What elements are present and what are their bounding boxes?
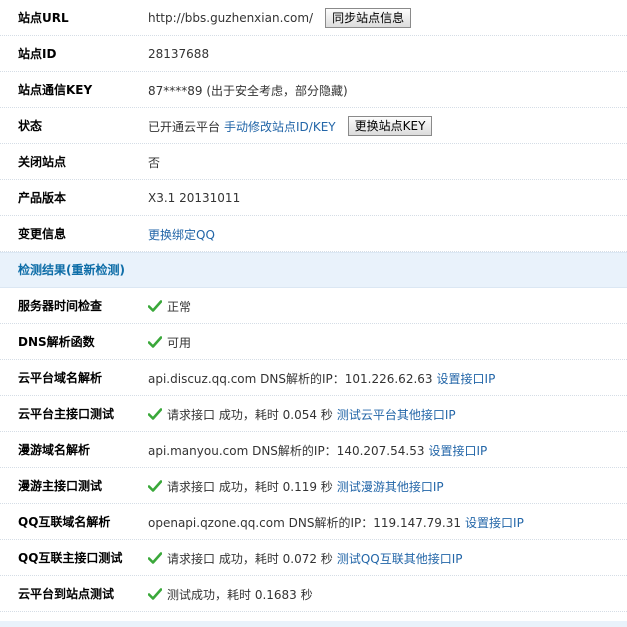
check-row-value: 请求接口 成功，耗时 0.072 秒测试QQ互联其他接口IP bbox=[148, 540, 462, 576]
product-version-label: 产品版本 bbox=[18, 191, 67, 205]
check-row-value: 请求接口 成功，耗时 0.054 秒测试云平台其他接口IP bbox=[148, 396, 456, 432]
check-row-label: 云平台到站点测试 bbox=[18, 587, 115, 601]
site-url-label: 站点URL bbox=[18, 11, 69, 25]
edit-site-id-key-link[interactable]: 手动修改站点ID/KEY bbox=[224, 118, 336, 135]
change-info-cell: 更换绑定QQ bbox=[148, 216, 215, 252]
recheck-link[interactable]: 重新检测 bbox=[72, 263, 120, 277]
close-site-label: 关闭站点 bbox=[18, 155, 67, 169]
check-row-label: DNS解析函数 bbox=[18, 335, 95, 349]
check-icon bbox=[148, 480, 162, 492]
check-row-label: 云平台域名解析 bbox=[18, 371, 103, 385]
site-url-cell: http://bbs.guzhenxian.com/ 同步站点信息 bbox=[148, 0, 412, 36]
close-site-row: 关闭站点 否 bbox=[0, 144, 627, 180]
check-row-value: 可用 bbox=[148, 324, 191, 360]
check-results-title-suffix: ) bbox=[119, 263, 125, 277]
check-row-text: 请求接口 成功，耗时 0.072 秒 bbox=[167, 551, 333, 566]
check-icon bbox=[148, 552, 162, 564]
site-url-value: http://bbs.guzhenxian.com/ bbox=[148, 11, 314, 25]
cloud-settings-table: 站点URL http://bbs.guzhenxian.com/ 同步站点信息 … bbox=[0, 0, 627, 612]
check-icon bbox=[148, 300, 162, 312]
check-row-label: QQ互联域名解析 bbox=[18, 515, 111, 529]
status-text: 已开通云平台 bbox=[148, 119, 221, 134]
status-row: 状态 已开通云平台 手动修改站点ID/KEY 更换站点KEY bbox=[0, 108, 627, 144]
check-row-label: 漫游域名解析 bbox=[18, 443, 91, 457]
status-cell: 已开通云平台 手动修改站点ID/KEY 更换站点KEY bbox=[148, 108, 433, 144]
check-row-value: 请求接口 成功，耗时 0.119 秒测试漫游其他接口IP bbox=[148, 468, 444, 504]
check-results-list: 服务器时间检查 正常 DNS解析函数 可用云平台域名解析 api.discuz.qq.c… bbox=[0, 288, 627, 612]
change-site-key-button[interactable]: 更换站点KEY bbox=[347, 116, 433, 136]
check-icon bbox=[148, 336, 162, 348]
site-id-label: 站点ID bbox=[18, 47, 57, 61]
product-version-row: 产品版本 X3.1 20131011 bbox=[0, 180, 627, 216]
site-key-label: 站点通信KEY bbox=[18, 83, 93, 97]
check-row-text: 请求接口 成功，耗时 0.119 秒 bbox=[167, 479, 333, 494]
check-row-value: 测试成功，耗时 0.1683 秒 bbox=[148, 576, 313, 612]
check-row-text: 测试成功，耗时 0.1683 秒 bbox=[167, 587, 313, 602]
check-row-label: 云平台主接口测试 bbox=[18, 407, 115, 421]
site-id-value: 28137688 bbox=[148, 47, 210, 61]
check-row-text: api.discuz.qq.com DNS解析的IP：101.226.62.63 bbox=[148, 371, 433, 386]
check-row-text: 可用 bbox=[167, 335, 192, 350]
check-row: 漫游域名解析 api.manyou.com DNS解析的IP：140.207.54… bbox=[0, 432, 627, 468]
check-row: QQ互联主接口测试 请求接口 成功，耗时 0.072 秒测试QQ互联其他接口IP bbox=[0, 540, 627, 576]
change-info-label: 变更信息 bbox=[18, 227, 67, 241]
check-row-value: api.manyou.com DNS解析的IP：140.207.54.53 设置接… bbox=[148, 432, 487, 468]
rebind-qq-link[interactable]: 更换绑定QQ bbox=[148, 226, 215, 243]
check-icon bbox=[148, 588, 162, 600]
check-row-value: api.discuz.qq.com DNS解析的IP：101.226.62.63… bbox=[148, 360, 495, 396]
product-version-value: X3.1 20131011 bbox=[148, 191, 241, 205]
site-key-row: 站点通信KEY 87****89 (出于安全考虑，部分隐藏) bbox=[0, 72, 627, 108]
check-row-label: 服务器时间检查 bbox=[18, 299, 103, 313]
check-row-link[interactable]: 测试云平台其他接口IP bbox=[337, 406, 456, 423]
check-row-link[interactable]: 设置接口IP bbox=[428, 442, 487, 459]
check-row-text: api.manyou.com DNS解析的IP：140.207.54.53 bbox=[148, 443, 425, 458]
check-row-label: 漫游主接口测试 bbox=[18, 479, 103, 493]
check-row: 云平台到站点测试 测试成功，耗时 0.1683 秒 bbox=[0, 576, 627, 612]
check-row-link[interactable]: 测试漫游其他接口IP bbox=[337, 478, 444, 495]
site-key-value: 87****89 (出于安全考虑，部分隐藏) bbox=[148, 83, 348, 98]
sync-site-info-button[interactable]: 同步站点信息 bbox=[325, 8, 412, 28]
check-row: 云平台主接口测试 请求接口 成功，耗时 0.054 秒测试云平台其他接口IP bbox=[0, 396, 627, 432]
check-row: 云平台域名解析 api.discuz.qq.com DNS解析的IP：101.22… bbox=[0, 360, 627, 396]
check-row-text: 正常 bbox=[167, 299, 192, 314]
site-id-row: 站点ID 28137688 bbox=[0, 36, 627, 72]
check-results-title: 检测结果(重新检测) bbox=[18, 253, 125, 287]
check-row: 服务器时间检查 正常 bbox=[0, 288, 627, 324]
site-url-row: 站点URL http://bbs.guzhenxian.com/ 同步站点信息 bbox=[0, 0, 627, 36]
check-row: DNS解析函数 可用 bbox=[0, 324, 627, 360]
change-info-row: 变更信息 更换绑定QQ bbox=[0, 216, 627, 252]
check-row-link[interactable]: 设置接口IP bbox=[437, 370, 496, 387]
check-row-link[interactable]: 设置接口IP bbox=[465, 514, 524, 531]
check-row-value: 正常 bbox=[148, 288, 191, 324]
status-label: 状态 bbox=[18, 119, 43, 133]
check-results-header: 检测结果(重新检测) bbox=[0, 252, 627, 288]
check-row-text: 请求接口 成功，耗时 0.054 秒 bbox=[167, 407, 333, 422]
check-row: 漫游主接口测试 请求接口 成功，耗时 0.119 秒测试漫游其他接口IP bbox=[0, 468, 627, 504]
check-row-value: openapi.qzone.qq.com DNS解析的IP：119.147.79… bbox=[148, 504, 524, 540]
check-icon bbox=[148, 408, 162, 420]
check-row-link[interactable]: 测试QQ互联其他接口IP bbox=[337, 550, 463, 567]
check-results-title-prefix: 检测结果( bbox=[18, 263, 72, 277]
table-footer-strip bbox=[0, 621, 627, 627]
close-site-value: 否 bbox=[148, 155, 161, 170]
check-row-text: openapi.qzone.qq.com DNS解析的IP：119.147.79… bbox=[148, 515, 462, 530]
check-row-label: QQ互联主接口测试 bbox=[18, 551, 123, 565]
check-row: QQ互联域名解析 openapi.qzone.qq.com DNS解析的IP：11… bbox=[0, 504, 627, 540]
